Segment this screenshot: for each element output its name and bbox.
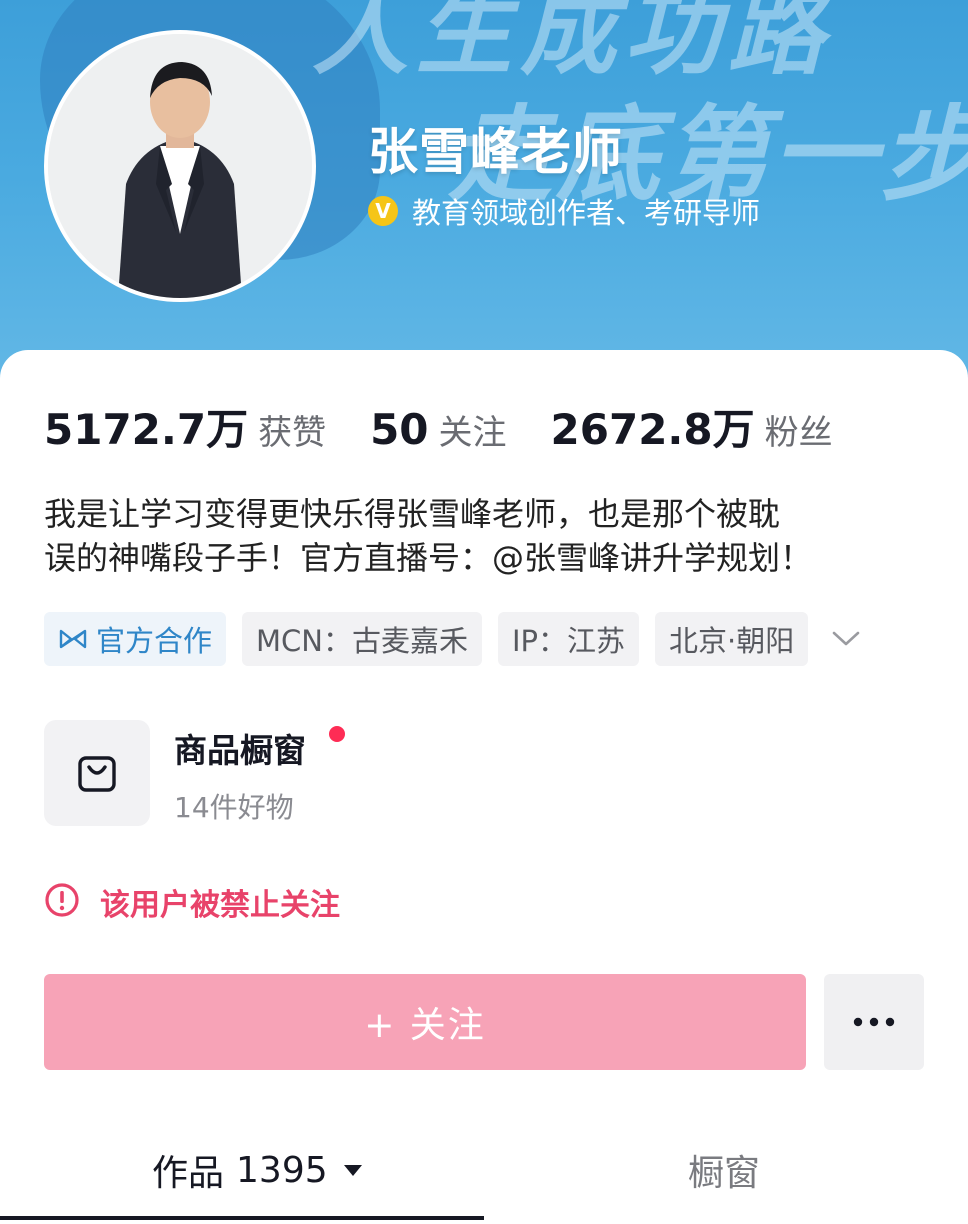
shop-window-count: 14件好物 xyxy=(174,791,294,824)
caret-down-icon[interactable] xyxy=(342,1162,364,1178)
chevron-down-icon[interactable] xyxy=(830,629,862,649)
profile-tags: 官方合作 MCN：古麦嘉禾 IP：江苏 北京·朝阳 xyxy=(44,612,862,666)
stats-row: 5172.7万 获赞 50 关注 2672.8万 粉丝 xyxy=(44,396,833,457)
bio-text: 我是让学习变得更快乐得张雪峰老师，也是那个被耽 误的神嘴段子手！官方直播号：@张… xyxy=(44,492,934,580)
likes-label: 获赞 xyxy=(258,413,327,453)
verification-text: 教育领域创作者、考研导师 xyxy=(412,196,761,230)
tab-shop-window[interactable]: 橱窗 xyxy=(688,1144,760,1196)
follow-banned-notice: 该用户被禁止关注 xyxy=(44,880,340,924)
shopping-bag-icon[interactable] xyxy=(44,720,150,826)
more-button[interactable] xyxy=(824,974,924,1070)
warning-icon xyxy=(44,882,80,922)
profile-banner: 人生成功路 走底第一步 张雪峰老师 V 教育领域创作者、考研导师 xyxy=(0,0,968,390)
avatar-portrait xyxy=(48,34,312,298)
city-tag[interactable]: 北京·朝阳 xyxy=(655,612,809,666)
avatar[interactable] xyxy=(44,30,316,302)
bio-line: 我是让学习变得更快乐得张雪峰老师，也是那个被耽 xyxy=(44,495,781,533)
ip-location-tag[interactable]: IP：江苏 xyxy=(497,612,640,666)
followers-label[interactable]: 粉丝 xyxy=(765,405,833,454)
more-dots-icon xyxy=(853,1017,895,1027)
notification-dot xyxy=(329,726,345,742)
likes-count: 5172.7万 xyxy=(44,405,249,454)
following-label[interactable]: 关注 xyxy=(439,405,507,454)
profile-card: 5172.7万 获赞 50 关注 2672.8万 粉丝 我是让学习变得更快乐得张… xyxy=(0,350,968,1224)
follow-banned-text: 该用户被禁止关注 xyxy=(100,888,340,923)
mcn-tag[interactable]: MCN：古麦嘉禾 xyxy=(242,612,482,666)
following-count[interactable]: 50 xyxy=(370,405,428,454)
bio-line: 误的神嘴段子手！官方直播号：@张雪峰讲升学规划！ xyxy=(44,539,813,577)
official-cooperation-icon xyxy=(58,627,88,651)
active-tab-indicator xyxy=(0,1216,484,1220)
follow-button[interactable]: + 关注 xyxy=(44,974,806,1070)
official-cooperation-tag[interactable]: 官方合作 xyxy=(44,612,227,666)
tab-works-count: 1395 xyxy=(236,1149,328,1191)
official-cooperation-label: 官方合作 xyxy=(96,624,213,658)
tab-works[interactable]: 作品 1395 xyxy=(152,1144,364,1196)
profile-name: 张雪峰老师 xyxy=(368,123,623,181)
tab-works-label: 作品 xyxy=(152,1153,225,1194)
verified-v-icon: V xyxy=(368,196,398,226)
shop-window-title[interactable]: 商品橱窗 xyxy=(174,724,306,772)
followers-count[interactable]: 2672.8万 xyxy=(551,396,755,457)
verification-row: V 教育领域创作者、考研导师 xyxy=(368,190,760,232)
